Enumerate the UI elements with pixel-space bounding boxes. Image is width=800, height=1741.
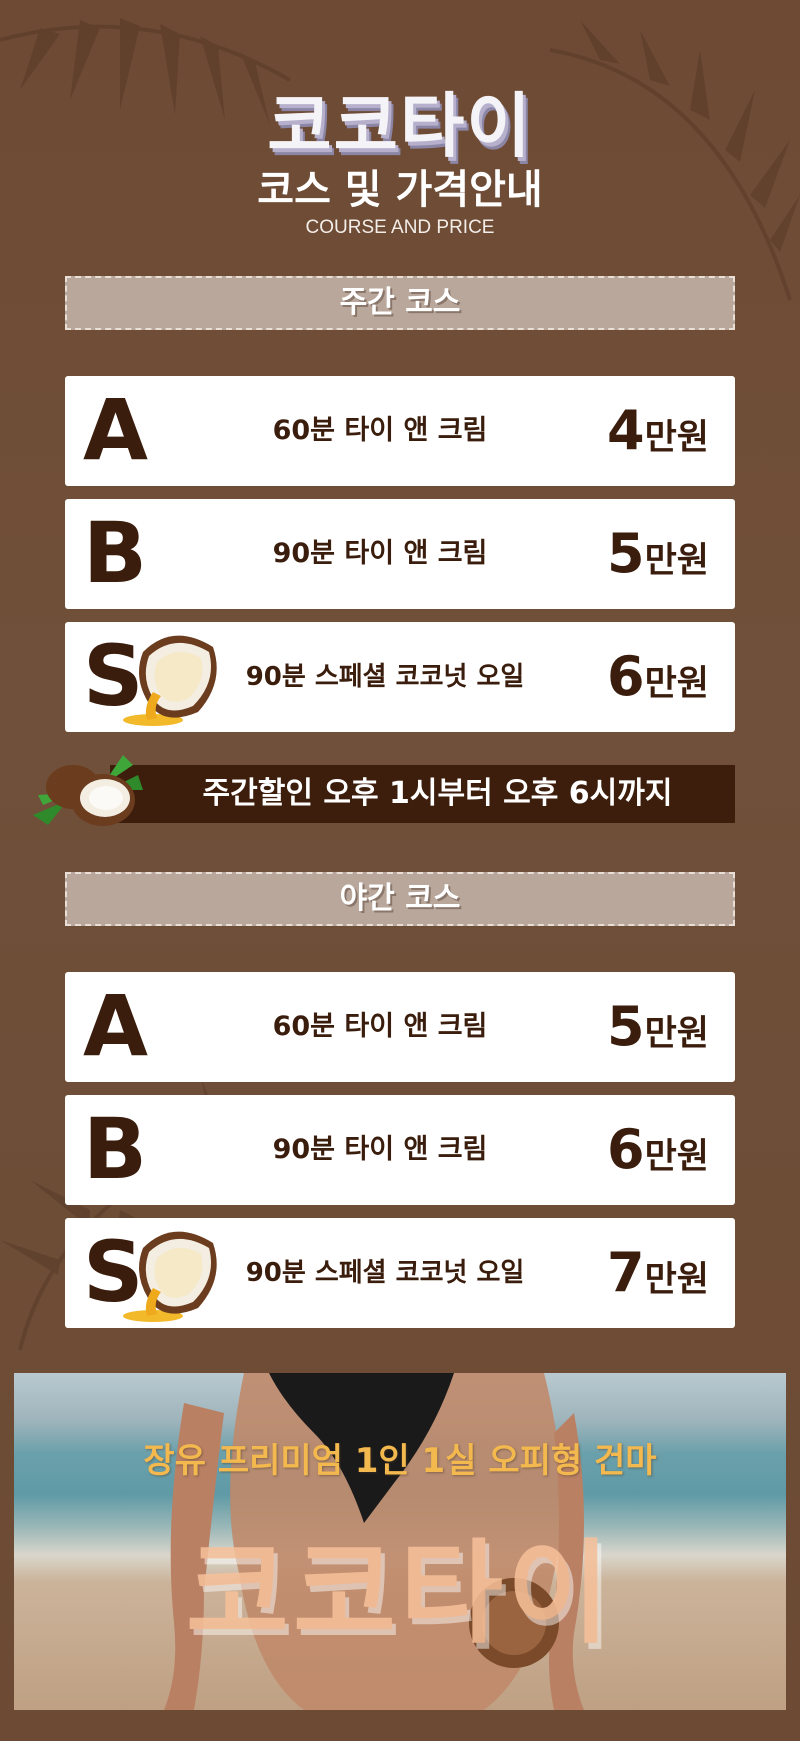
night-course-s-card: S 90분 스페셜 코코넛 오일 7만원 bbox=[65, 1218, 735, 1328]
brand-title: 코코타이 bbox=[267, 85, 533, 167]
banner-tagline: 장유 프리미엄 1인 1실 오피형 건마 bbox=[143, 1441, 657, 1481]
course-price: 4만원 bbox=[607, 376, 709, 486]
course-price: 7만원 bbox=[607, 1218, 709, 1328]
banner-brand-title: 코코타이 bbox=[185, 1529, 615, 1659]
course-letter: A bbox=[83, 977, 149, 1075]
night-course-b-card: B 90분 타이 앤 크림 6만원 bbox=[65, 1095, 735, 1205]
course-name: 60분 타이 앤 크림 bbox=[272, 1011, 488, 1042]
price-unit: 만원 bbox=[644, 1014, 709, 1054]
coconut-oil-icon bbox=[123, 1231, 217, 1322]
day-course-s-card: S 90분 스페셜 코코넛 오일 6만원 bbox=[65, 622, 735, 732]
coconut-oil-icon bbox=[123, 635, 217, 726]
course-price: 5만원 bbox=[607, 972, 709, 1082]
course-letter: B bbox=[83, 504, 148, 602]
day-discount-banner: 주간할인 오후 1시부터 오후 6시까지 bbox=[110, 765, 735, 823]
bottom-strip bbox=[0, 1710, 800, 1741]
day-course-b-card: B 90분 타이 앤 크림 5만원 bbox=[65, 499, 735, 609]
course-price: 6만원 bbox=[607, 1095, 709, 1205]
price-number: 5 bbox=[607, 995, 645, 1058]
price-unit: 만원 bbox=[644, 541, 709, 581]
course-price: 6만원 bbox=[607, 622, 709, 732]
price-number: 7 bbox=[607, 1241, 645, 1304]
beach-banner: 장유 프리미엄 1인 1실 오피형 건마 코코타이 bbox=[14, 1373, 786, 1710]
day-course-a-card: A 60분 타이 앤 크림 4만원 bbox=[65, 376, 735, 486]
price-unit: 만원 bbox=[644, 418, 709, 458]
course-name: 90분 스페셜 코코넛 오일 bbox=[245, 1258, 525, 1288]
price-page: 코코타이 코스 및 가격안내 COURSE AND PRICE 주간 코스 A … bbox=[0, 0, 800, 1741]
course-name: 60분 타이 앤 크림 bbox=[272, 415, 488, 446]
price-number: 6 bbox=[607, 645, 645, 708]
day-course-heading: 주간 코스 bbox=[65, 276, 735, 330]
night-course-heading: 야간 코스 bbox=[65, 872, 735, 926]
price-number: 5 bbox=[607, 522, 645, 585]
course-name: 90분 타이 앤 크림 bbox=[272, 1134, 488, 1165]
course-price: 5만원 bbox=[607, 499, 709, 609]
price-unit: 만원 bbox=[644, 1260, 709, 1300]
course-name: 90분 타이 앤 크림 bbox=[272, 538, 488, 569]
coconut-icon bbox=[33, 755, 143, 826]
price-number: 4 bbox=[607, 399, 645, 462]
price-number: 6 bbox=[607, 1118, 645, 1181]
course-letter: B bbox=[83, 1100, 148, 1198]
price-unit: 만원 bbox=[644, 664, 709, 704]
price-unit: 만원 bbox=[644, 1137, 709, 1177]
course-name: 90분 스페셜 코코넛 오일 bbox=[245, 662, 525, 692]
night-course-a-card: A 60분 타이 앤 크림 5만원 bbox=[65, 972, 735, 1082]
page-subtitle-english: COURSE AND PRICE bbox=[305, 217, 495, 238]
page-subtitle: 코스 및 가격안내 bbox=[257, 167, 543, 213]
course-letter: A bbox=[83, 381, 149, 479]
